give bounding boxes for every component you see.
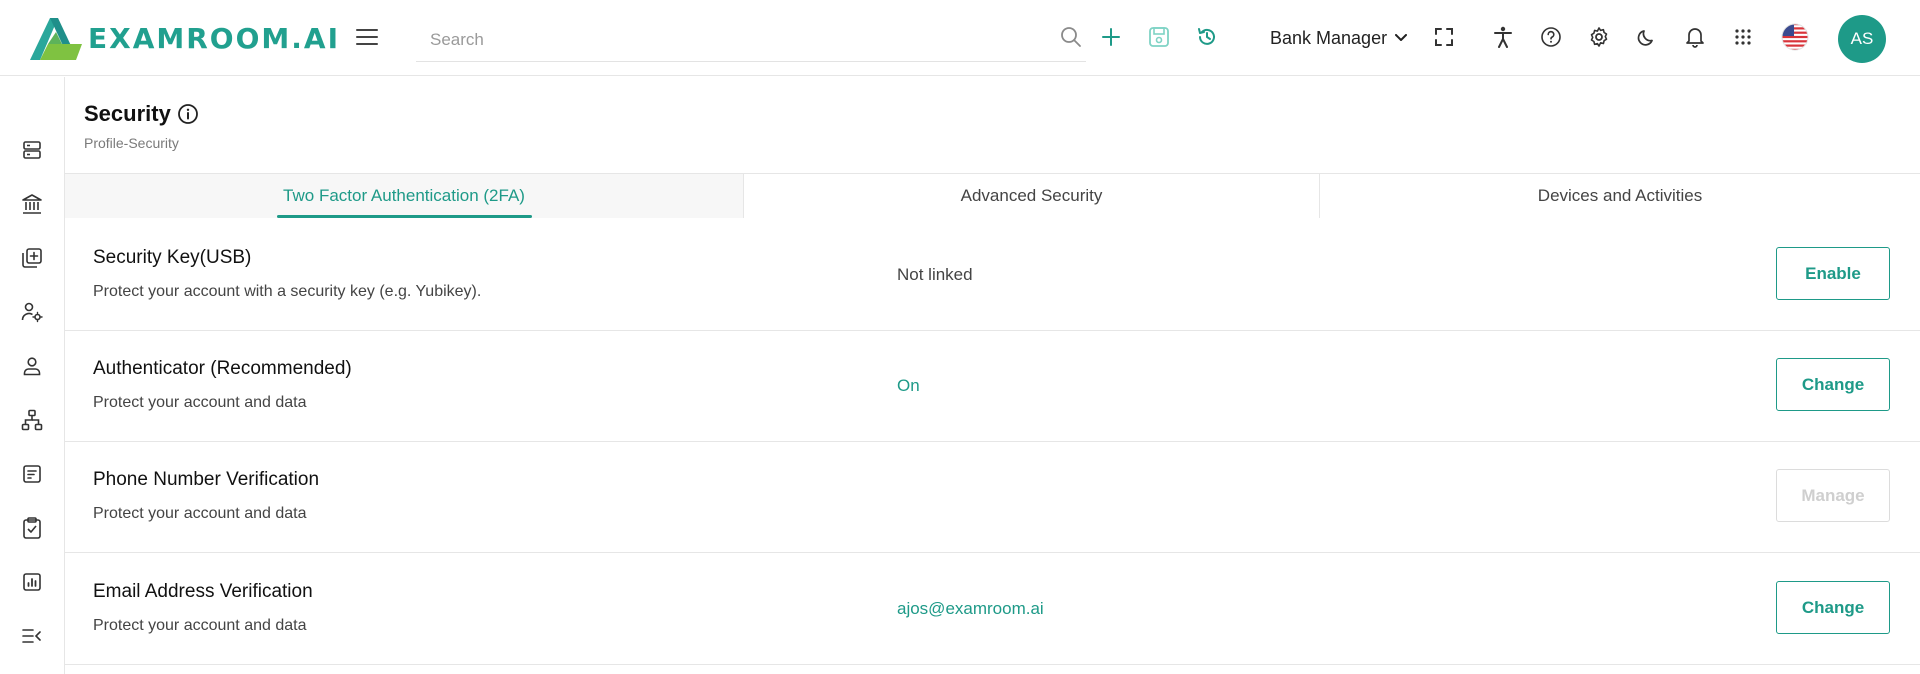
page-title: Security: [84, 101, 171, 126]
history-icon[interactable]: [1194, 24, 1220, 50]
accessibility-icon[interactable]: [1491, 24, 1515, 50]
tab-devices-and-activities[interactable]: Devices and Activities: [1320, 174, 1920, 218]
row-description: Protect your account and data: [93, 617, 307, 634]
role-label: Bank Manager: [1270, 27, 1388, 48]
tab-label: Advanced Security: [960, 186, 1103, 205]
logo[interactable]: EXAMROOM.AI: [28, 14, 340, 62]
security-key-row: Security Key(USB) Protect your account w…: [65, 219, 1920, 331]
role-selector[interactable]: Bank Manager: [1270, 24, 1408, 52]
row-status: On: [897, 376, 920, 395]
tab-two-factor-authentication[interactable]: Two Factor Authentication (2FA): [65, 174, 744, 218]
server-icon[interactable]: [19, 137, 45, 163]
bar-chart-icon[interactable]: [19, 569, 45, 595]
change-email-button[interactable]: Change: [1776, 581, 1890, 634]
search-bar: [416, 18, 1086, 62]
us-flag-language-icon[interactable]: [1780, 22, 1810, 52]
clipboard-check-icon[interactable]: [19, 515, 45, 541]
breadcrumb: Profile-Security: [84, 135, 179, 151]
search-icon[interactable]: [1058, 24, 1084, 50]
row-status: Not linked: [897, 265, 973, 284]
row-status: ajos@examroom.ai: [897, 599, 1044, 618]
change-authenticator-button[interactable]: Change: [1776, 358, 1890, 411]
help-icon[interactable]: [1539, 25, 1563, 49]
row-title: Email Address Verification: [93, 581, 313, 602]
dark-mode-moon-icon[interactable]: [1635, 25, 1659, 49]
row-description: Protect your account and data: [93, 505, 307, 522]
top-bar: EXAMROOM.AI Bank Manager: [0, 0, 1920, 76]
document-list-icon[interactable]: [19, 461, 45, 487]
row-title: Authenticator (Recommended): [93, 358, 352, 379]
user-icon[interactable]: [19, 353, 45, 379]
avatar-initials: AS: [1850, 29, 1874, 48]
info-icon[interactable]: [177, 103, 199, 125]
user-settings-icon[interactable]: [19, 299, 45, 325]
main-content: Security Profile-Security Two Factor Aut…: [65, 77, 1920, 674]
row-title: Security Key(USB): [93, 247, 252, 268]
email-verification-row: Email Address Verification Protect your …: [65, 553, 1920, 665]
add-library-icon[interactable]: [19, 245, 45, 271]
user-avatar[interactable]: AS: [1838, 15, 1886, 63]
tab-advanced-security[interactable]: Advanced Security: [744, 174, 1320, 218]
chevron-down-icon: [1395, 34, 1408, 41]
collapse-menu-icon[interactable]: [19, 623, 45, 649]
tab-label: Two Factor Authentication (2FA): [283, 186, 525, 205]
bank-icon[interactable]: [19, 191, 45, 217]
save-icon[interactable]: [1146, 24, 1172, 50]
settings-gear-icon[interactable]: [1587, 25, 1611, 49]
hamburger-menu-icon[interactable]: [354, 24, 380, 50]
phone-verification-row: Phone Number Verification Protect your a…: [65, 441, 1920, 553]
logo-mark-icon: [30, 18, 82, 60]
active-tab-indicator: [277, 215, 532, 218]
apps-grid-icon[interactable]: [1731, 25, 1755, 49]
tab-bar: Two Factor Authentication (2FA) Advanced…: [65, 173, 1920, 218]
authenticator-row: Authenticator (Recommended) Protect your…: [65, 330, 1920, 442]
hierarchy-icon[interactable]: [19, 407, 45, 433]
notification-bell-icon[interactable]: [1683, 25, 1707, 49]
tab-label: Devices and Activities: [1537, 186, 1703, 205]
row-description: Protect your account and data: [93, 394, 307, 411]
logo-text: EXAMROOM.AI: [88, 21, 341, 55]
enable-security-key-button[interactable]: Enable: [1776, 247, 1890, 300]
fullscreen-icon[interactable]: [1432, 25, 1456, 49]
manage-phone-button[interactable]: Manage: [1776, 469, 1890, 522]
row-title: Phone Number Verification: [93, 469, 320, 490]
sidebar: [0, 77, 65, 674]
add-icon[interactable]: [1098, 24, 1124, 50]
row-description: Protect your account with a security key…: [93, 283, 482, 300]
search-input[interactable]: [416, 18, 1036, 62]
